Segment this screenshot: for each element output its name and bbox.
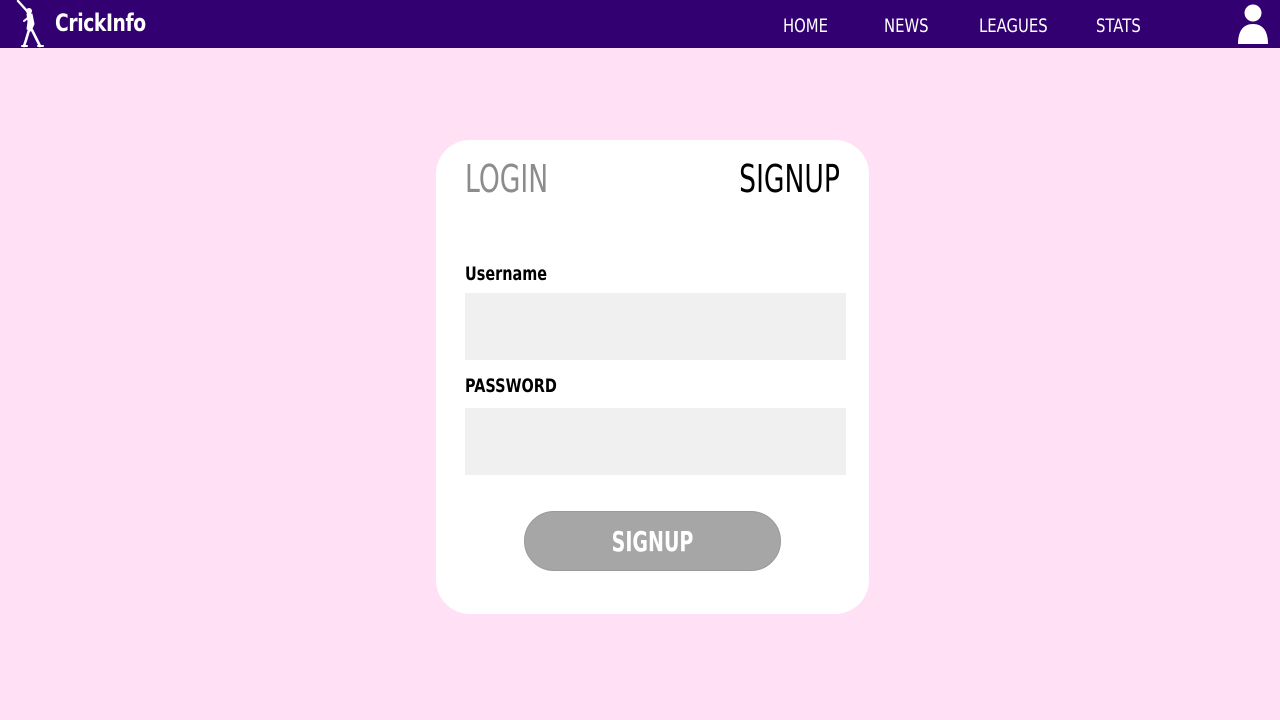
cricket-batsman-icon: [16, 0, 44, 48]
user-icon[interactable]: [1236, 3, 1270, 45]
username-label: Username: [465, 263, 548, 285]
nav-leagues[interactable]: LEAGUES: [979, 12, 1048, 40]
auth-card: LOGIN SIGNUP Username PASSWORD SIGNUP: [436, 140, 869, 614]
top-navigation-bar: CrickInfo HOME NEWS LEAGUES STATS: [0, 0, 1280, 48]
signup-button[interactable]: SIGNUP: [524, 511, 781, 571]
password-label: PASSWORD: [465, 375, 557, 397]
nav-news[interactable]: NEWS: [884, 12, 929, 40]
tab-login[interactable]: LOGIN: [465, 156, 548, 202]
nav-stats[interactable]: STATS: [1096, 12, 1141, 40]
brand-name[interactable]: CrickInfo: [55, 6, 146, 40]
tab-signup[interactable]: SIGNUP: [739, 156, 840, 202]
nav-home[interactable]: HOME: [783, 12, 828, 40]
signup-button-label: SIGNUP: [611, 524, 694, 558]
username-input[interactable]: [465, 293, 846, 360]
password-input[interactable]: [465, 408, 846, 475]
